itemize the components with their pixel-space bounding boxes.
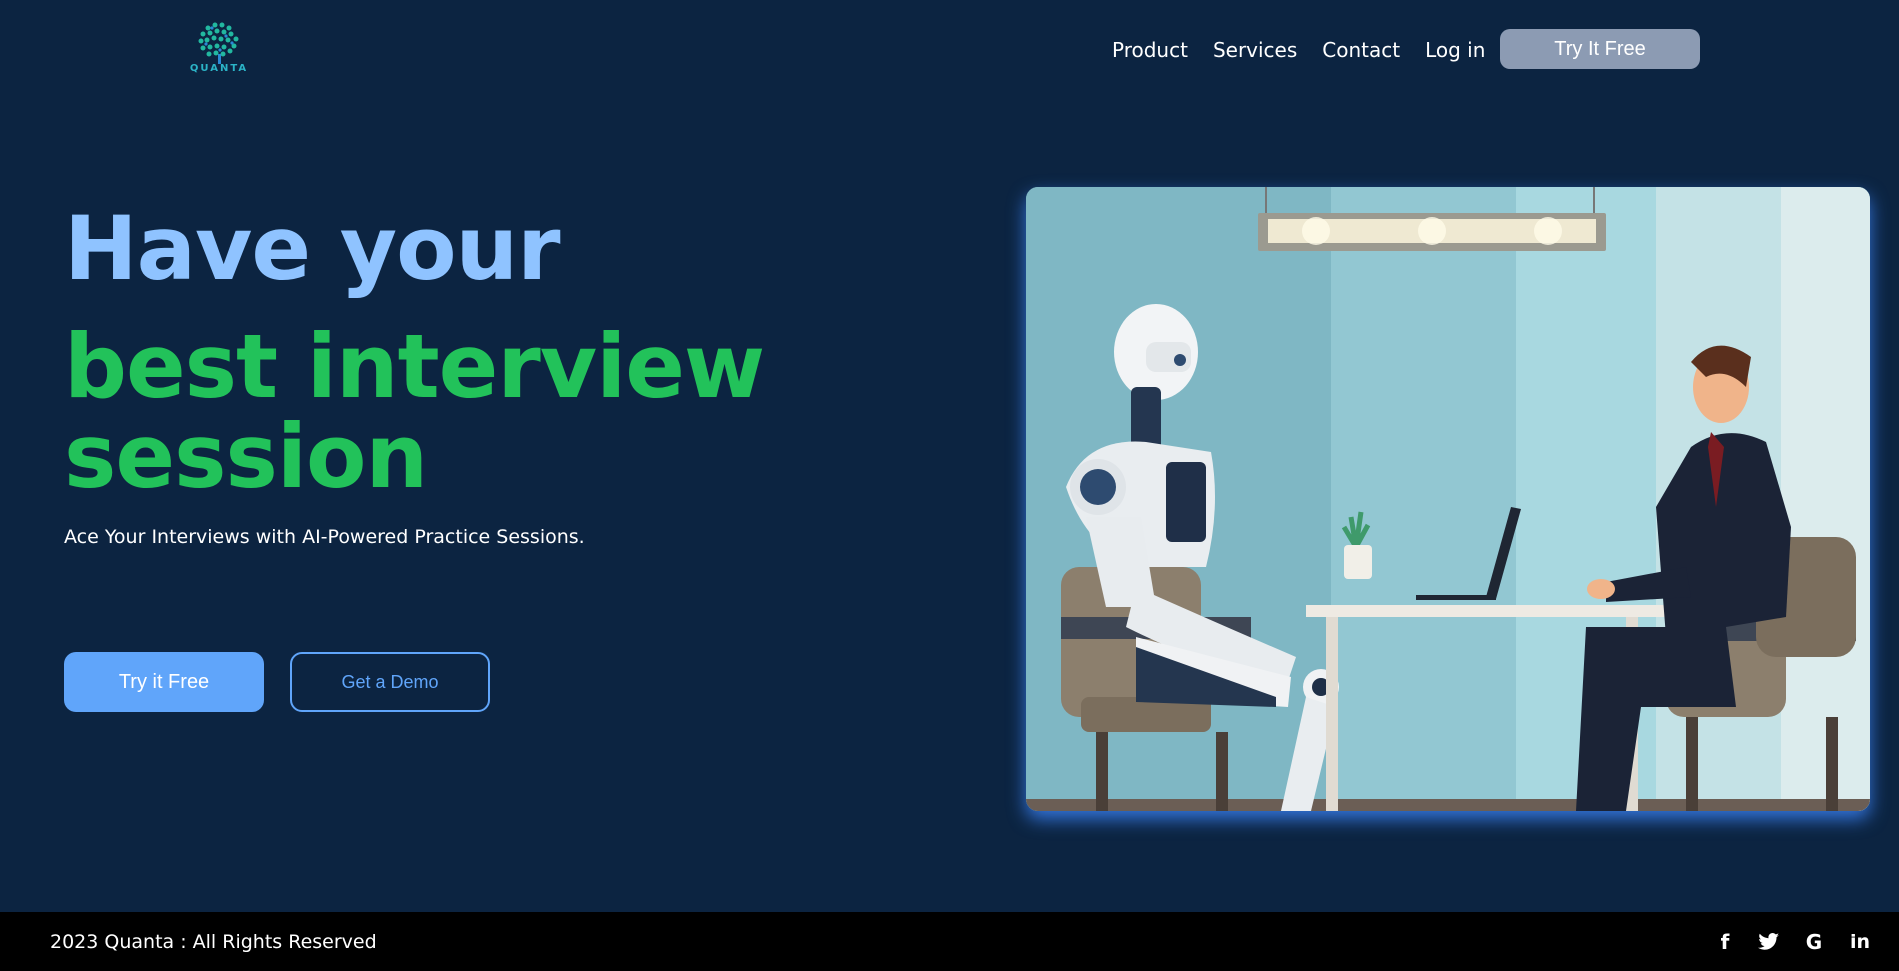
- google-icon[interactable]: G: [1801, 929, 1827, 955]
- robot-interview-illustration: [1026, 187, 1870, 811]
- logo-text: QUANTA: [189, 63, 249, 74]
- hero-title-line1: Have your: [64, 197, 561, 300]
- twitter-icon[interactable]: [1756, 929, 1782, 955]
- quanta-logo[interactable]: QUANTA: [184, 20, 254, 76]
- hero-illustration: [1026, 187, 1870, 811]
- get-demo-button[interactable]: Get a Demo: [290, 652, 490, 712]
- hero-subtitle: Ace Your Interviews with AI-Powered Prac…: [64, 526, 585, 548]
- brain-tree-icon: [198, 22, 239, 64]
- try-it-free-button[interactable]: Try it Free: [64, 652, 264, 712]
- navbar: QUANTA Product Services Contact Log in T…: [0, 0, 1899, 100]
- facebook-icon[interactable]: f: [1712, 929, 1738, 955]
- nav-try-free-button[interactable]: Try It Free: [1500, 29, 1700, 69]
- nav-link-services[interactable]: Services: [1213, 38, 1297, 62]
- copyright-text: 2023 Quanta : All Rights Reserved: [50, 931, 377, 953]
- nav-link-login[interactable]: Log in: [1425, 38, 1485, 62]
- linkedin-icon[interactable]: in: [1847, 929, 1873, 955]
- hero-title-line2: best interview session: [64, 315, 765, 508]
- nav-link-contact[interactable]: Contact: [1322, 38, 1400, 62]
- nav-link-product[interactable]: Product: [1112, 38, 1188, 62]
- nav-links: Product Services Contact Log in: [1112, 38, 1485, 62]
- footer: 2023 Quanta : All Rights Reserved f G in: [0, 912, 1899, 971]
